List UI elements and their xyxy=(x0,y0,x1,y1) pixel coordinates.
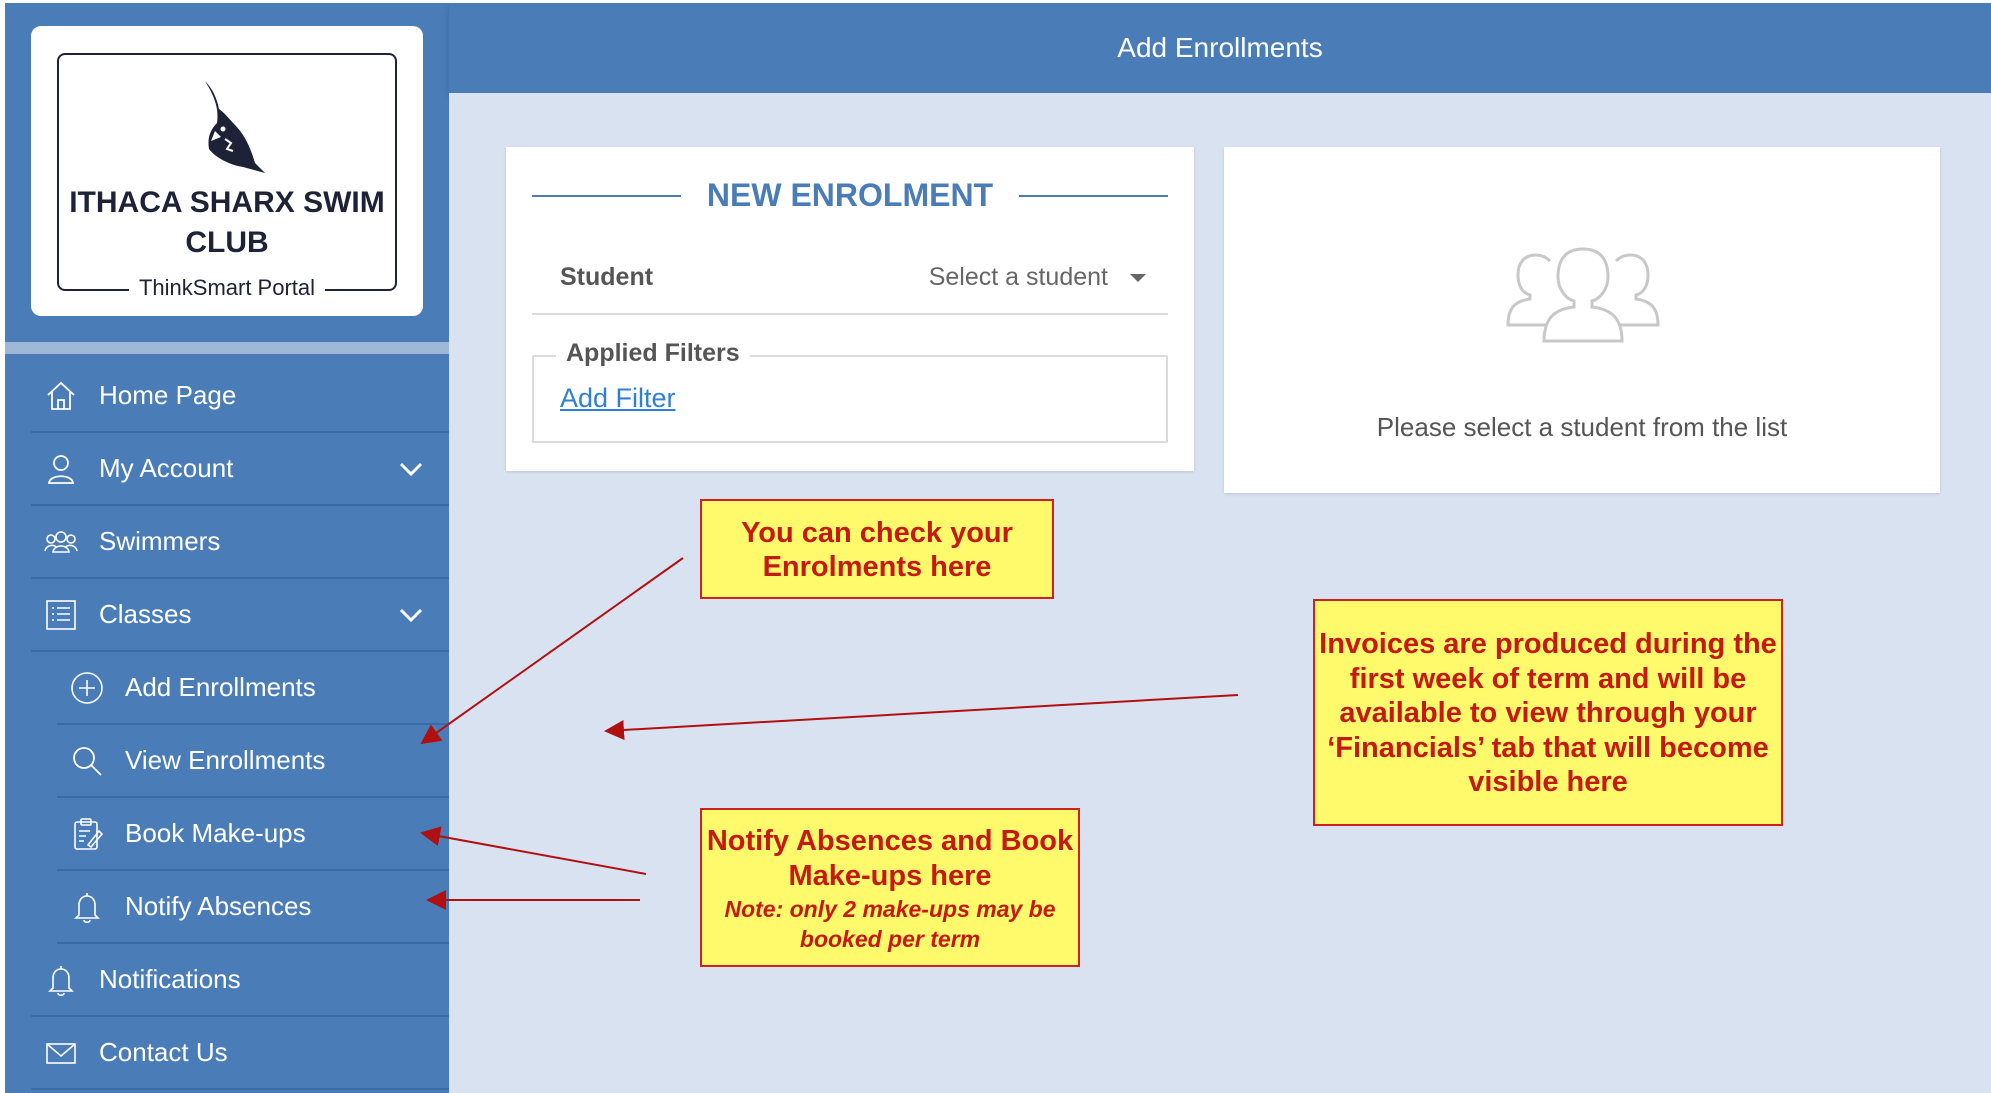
sidebar-item-label: Add Enrollments xyxy=(125,672,316,702)
caret-down-icon xyxy=(1130,273,1146,282)
search-icon xyxy=(69,743,105,779)
sidebar-item-home-page[interactable]: Home Page xyxy=(31,360,449,433)
sidebar-item-label: Notifications xyxy=(99,964,241,994)
callout-absences-makeups: Notify Absences and Book Make-ups here N… xyxy=(700,808,1080,967)
student-select-value: Select a student xyxy=(928,263,1108,291)
applied-filters-label: Applied Filters xyxy=(556,339,750,368)
new-enrolment-card: NEW ENROLMENT Student Select a student A… xyxy=(506,147,1194,471)
home-icon xyxy=(43,378,79,414)
sidebar-item-my-account[interactable]: My Account xyxy=(31,433,449,506)
group-icon xyxy=(43,524,79,560)
card-title-row: NEW ENROLMENT xyxy=(532,175,1168,215)
club-logo: ITHACA SHARX SWIM CLUB ThinkSmart Portal xyxy=(31,26,423,316)
sidebar-item-label: Home Page xyxy=(99,380,237,410)
empty-state-message: Please select a student from the list xyxy=(1376,412,1788,442)
student-detail-card: Please select a student from the list xyxy=(1224,147,1940,493)
logo-frame: ITHACA SHARX SWIM CLUB ThinkSmart Portal xyxy=(57,53,397,301)
sidebar-item-label: My Account xyxy=(99,453,234,483)
plus-circle-icon xyxy=(69,670,105,706)
callout-main-text: Notify Absences and Book Make-ups here xyxy=(706,825,1074,892)
sidebar-item-contact-us[interactable]: Contact Us xyxy=(31,1017,449,1090)
card-title: NEW ENROLMENT xyxy=(532,175,1168,215)
sidebar-item-book-make-ups[interactable]: Book Make-ups xyxy=(57,798,449,871)
student-select[interactable]: Select a student xyxy=(929,263,1146,292)
sidebar-item-swimmers[interactable]: Swimmers xyxy=(31,506,449,579)
bell-icon xyxy=(69,889,105,925)
user-icon xyxy=(43,451,79,487)
portal-name: ThinkSmart Portal xyxy=(128,275,326,301)
sidebar-item-add-enrollments[interactable]: Add Enrollments xyxy=(57,652,449,725)
list-icon xyxy=(43,597,79,633)
envelope-icon xyxy=(43,1035,79,1071)
callout-invoices: Invoices are produced during the first w… xyxy=(1313,599,1783,826)
sidebar-item-label: Notify Absences xyxy=(125,891,312,921)
bell-icon xyxy=(43,962,79,998)
sidebar-item-label: Swimmers xyxy=(99,526,221,556)
page-title: Add Enrollments xyxy=(1117,32,1323,63)
applied-filters-box: Applied Filters Add Filter xyxy=(532,339,1168,443)
clipboard-icon xyxy=(69,816,105,852)
page-header: Add Enrollments xyxy=(449,3,1991,93)
callout-check-enrolments: You can check your Enrolments here xyxy=(700,499,1054,599)
chevron-down-icon[interactable] xyxy=(397,455,425,483)
sidebar-item-notifications[interactable]: Notifications xyxy=(31,944,449,1017)
shark-logo-icon xyxy=(205,81,265,173)
student-row: Student Select a student xyxy=(532,247,1168,315)
sidebar: ITHACA SHARX SWIM CLUB ThinkSmart Portal… xyxy=(5,3,449,1093)
sidebar-item-label: Contact Us xyxy=(99,1037,228,1067)
sidebar-item-classes[interactable]: Classes xyxy=(31,579,449,652)
student-label: Student xyxy=(560,263,654,291)
people-placeholder-icon xyxy=(1506,247,1660,343)
sidebar-item-view-enrollments[interactable]: View Enrollments xyxy=(57,725,449,798)
sidebar-divider xyxy=(5,342,449,354)
callout-note-text: Note: only 2 make-ups may be booked per … xyxy=(724,896,1056,952)
sidebar-item-label: View Enrollments xyxy=(125,745,326,775)
club-name: ITHACA SHARX SWIM CLUB xyxy=(69,186,385,259)
add-filter-link[interactable]: Add Filter xyxy=(560,383,676,414)
sidebar-item-label: Book Make-ups xyxy=(125,818,306,848)
sidebar-item-label: Classes xyxy=(99,599,192,629)
chevron-down-icon[interactable] xyxy=(397,601,425,629)
sidebar-item-notify-absences[interactable]: Notify Absences xyxy=(57,871,449,944)
app-window: ITHACA SHARX SWIM CLUB ThinkSmart Portal… xyxy=(0,0,1991,1093)
